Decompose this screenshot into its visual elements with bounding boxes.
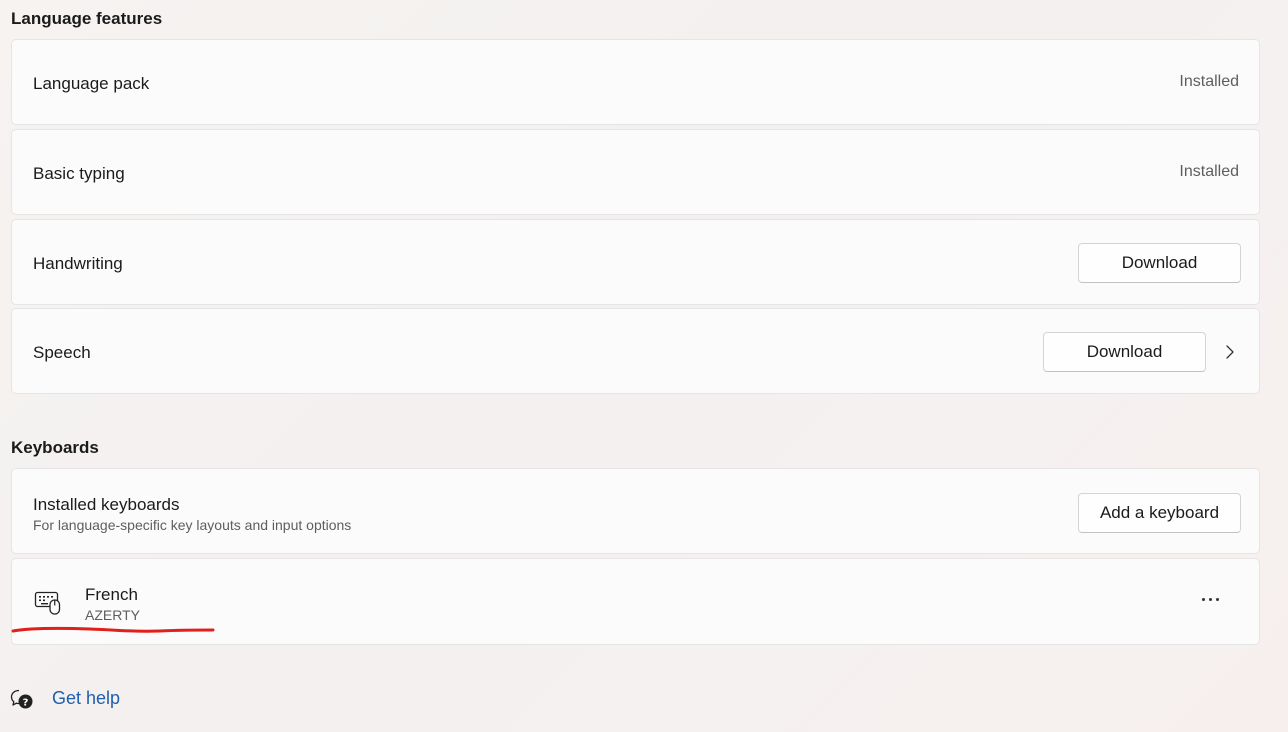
installed-keyboards-row: Installed keyboards For language-specifi…: [11, 468, 1260, 554]
keyboards-heading: Keyboards: [11, 438, 99, 457]
chevron-right-icon[interactable]: [1220, 342, 1240, 362]
add-keyboard-button[interactable]: Add a keyboard: [1078, 493, 1241, 533]
basic-typing-label: Basic typing: [33, 164, 125, 183]
svg-text:?: ?: [23, 698, 29, 709]
more-options-icon[interactable]: [1199, 595, 1223, 605]
installed-keyboards-title: Installed keyboards: [33, 495, 180, 514]
handwriting-row: Handwriting Download: [11, 219, 1260, 305]
keyboard-layout: AZERTY: [85, 607, 140, 623]
language-pack-row: Language pack Installed: [11, 39, 1260, 125]
keyboard-icon: [34, 591, 61, 615]
keyboard-name: French: [85, 585, 138, 604]
help-icon[interactable]: ?: [10, 688, 34, 710]
basic-typing-row: Basic typing Installed: [11, 129, 1260, 215]
speech-label: Speech: [33, 343, 91, 362]
speech-download-button[interactable]: Download: [1043, 332, 1206, 372]
get-help-link[interactable]: Get help: [52, 688, 120, 709]
language-pack-status: Installed: [1179, 73, 1239, 90]
installed-keyboards-description: For language-specific key layouts and in…: [33, 517, 352, 533]
basic-typing-status: Installed: [1179, 163, 1239, 180]
handwriting-label: Handwriting: [33, 254, 123, 273]
language-features-heading: Language features: [11, 9, 163, 28]
annotation-underline: [11, 626, 215, 633]
language-pack-label: Language pack: [33, 74, 150, 93]
handwriting-download-button[interactable]: Download: [1078, 243, 1241, 283]
speech-row[interactable]: Speech Download: [11, 308, 1260, 394]
